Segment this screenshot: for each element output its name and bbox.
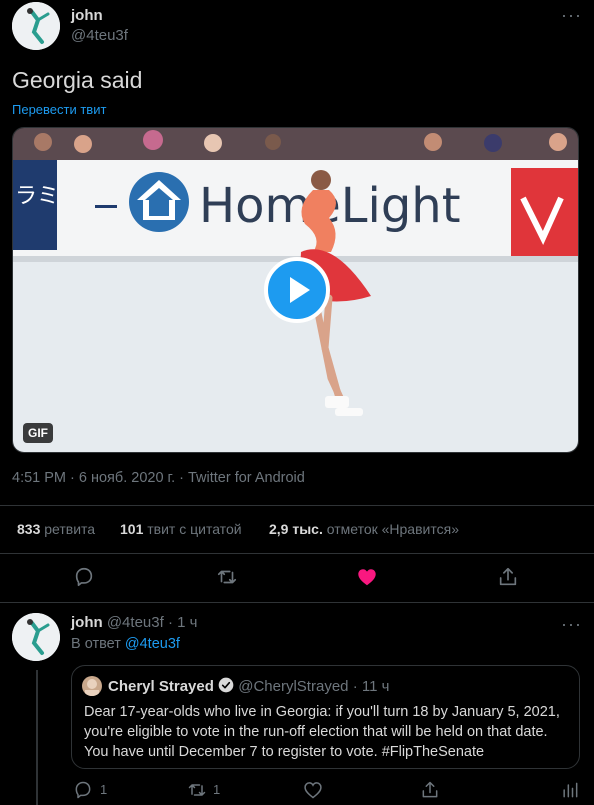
reply-share-icon[interactable] [420, 780, 444, 804]
share-icon[interactable] [497, 566, 521, 590]
likes-label: отметок «Нравится» [326, 521, 459, 537]
like-icon-filled[interactable] [356, 566, 380, 590]
quotes-count: 101 [120, 521, 144, 537]
retweet-icon[interactable] [216, 566, 240, 590]
divider [0, 602, 594, 603]
svg-text:ラミ: ラミ [15, 184, 59, 209]
reply-like-icon[interactable] [303, 780, 327, 804]
play-icon [290, 277, 310, 303]
retweets-stat[interactable]: 833 ретвита [17, 521, 95, 537]
reply-time[interactable]: · 1 ч [168, 614, 198, 631]
author-handle[interactable]: @4teu3f [71, 27, 128, 44]
verified-icon [218, 677, 234, 697]
quoted-header: Cheryl Strayed @CherylStrayed · 11 ч [108, 677, 389, 697]
reply-author-avatar[interactable] [12, 613, 60, 661]
likes-stat[interactable]: 2,9 тыс. отметок «Нравится» [269, 521, 459, 537]
reply-to-line: В ответ @4teu3f [71, 636, 180, 652]
reply-retweet-icon[interactable] [187, 780, 211, 804]
translate-link[interactable]: Перевести твит [12, 102, 106, 117]
gif-badge: GIF [23, 423, 53, 443]
tweet-timestamp[interactable]: 4:51 PM · 6 нояб. 2020 г. · Twitter for … [12, 470, 305, 486]
author-avatar[interactable] [12, 2, 60, 50]
reply-author-handle[interactable]: @4teu3f [107, 614, 164, 631]
quotes-label: твит с цитатой [147, 521, 242, 537]
thread-line [36, 670, 38, 805]
quoted-author-avatar [82, 676, 102, 696]
divider [0, 553, 594, 554]
reply-author-name[interactable]: john [71, 614, 103, 631]
reply-retweet-count: 1 [213, 782, 221, 797]
reply-icon[interactable] [73, 566, 97, 590]
quotes-stat[interactable]: 101 твит с цитатой [120, 521, 242, 537]
author-name[interactable]: john [71, 7, 103, 24]
quoted-author-name: Cheryl Strayed [108, 678, 214, 695]
reply-header: john @4teu3f · 1 ч [71, 614, 197, 631]
quoted-text: Dear 17-year-olds who live in Georgia: i… [84, 704, 560, 760]
likes-count: 2,9 тыс. [269, 521, 323, 537]
retweets-label: ретвита [44, 521, 96, 537]
tweet-media[interactable]: ラミ HomeLight GIF [12, 127, 579, 453]
reply-more-options-icon[interactable]: ··· [561, 615, 582, 633]
more-options-icon[interactable]: ··· [561, 6, 582, 24]
reply-to-prefix: В ответ [71, 636, 121, 652]
reply-to-handle[interactable]: @4teu3f [125, 636, 180, 652]
play-button[interactable] [264, 257, 330, 323]
quoted-author-handle: @CherylStrayed [238, 678, 349, 695]
divider [0, 505, 594, 506]
tweet-text: Georgia said [12, 67, 143, 93]
reply-reply-icon[interactable] [73, 780, 97, 804]
quoted-tweet[interactable]: Cheryl Strayed @CherylStrayed · 11 ч Dea… [71, 665, 580, 769]
reply-analytics-icon[interactable] [560, 780, 584, 804]
quoted-time: · 11 ч [352, 678, 390, 695]
retweets-count: 833 [17, 521, 41, 537]
reply-reply-count: 1 [100, 782, 108, 797]
